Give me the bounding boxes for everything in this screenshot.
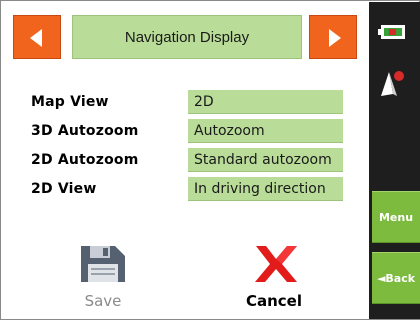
setting-label: 2D Autozoom (31, 152, 139, 168)
3d-autozoom-selector[interactable]: Autozoom (188, 119, 343, 143)
floppy-disk-icon (81, 246, 125, 282)
window-frame: Navigation Display Map View 2D 3D Autozo… (0, 0, 420, 320)
map-view-selector[interactable]: 2D (188, 90, 343, 114)
red-x-icon (255, 246, 297, 282)
cancel-button[interactable]: Cancel (219, 238, 329, 314)
save-button[interactable]: Save (48, 238, 158, 314)
page-title: Navigation Display (72, 15, 302, 59)
compass-icon[interactable] (369, 64, 420, 104)
right-arrow-icon (329, 29, 341, 47)
settings-panel: Navigation Display Map View 2D 3D Autozo… (2, 2, 369, 318)
2d-view-selector[interactable]: In driving direction (188, 177, 343, 201)
save-label: Save (84, 292, 122, 310)
2d-autozoom-selector[interactable]: Standard autozoom (188, 148, 343, 172)
previous-page-button[interactable] (13, 15, 61, 59)
battery-icon[interactable] (369, 12, 420, 52)
next-page-button[interactable] (309, 15, 357, 59)
menu-button[interactable]: Menu (372, 191, 420, 243)
left-arrow-icon (30, 29, 42, 47)
setting-row-3d-autozoom: 3D Autozoom Autozoom (2, 119, 369, 145)
back-button[interactable]: ◄Back (372, 252, 420, 304)
setting-label: 2D View (31, 181, 97, 197)
setting-label: Map View (31, 94, 109, 110)
cancel-label: Cancel (245, 292, 302, 310)
setting-label: 3D Autozoom (31, 123, 139, 139)
side-toolbar: Menu ◄Back (369, 2, 420, 319)
setting-row-2d-view: 2D View In driving direction (2, 177, 369, 203)
setting-row-2d-autozoom: 2D Autozoom Standard autozoom (2, 148, 369, 174)
setting-row-map-view: Map View 2D (2, 90, 369, 116)
